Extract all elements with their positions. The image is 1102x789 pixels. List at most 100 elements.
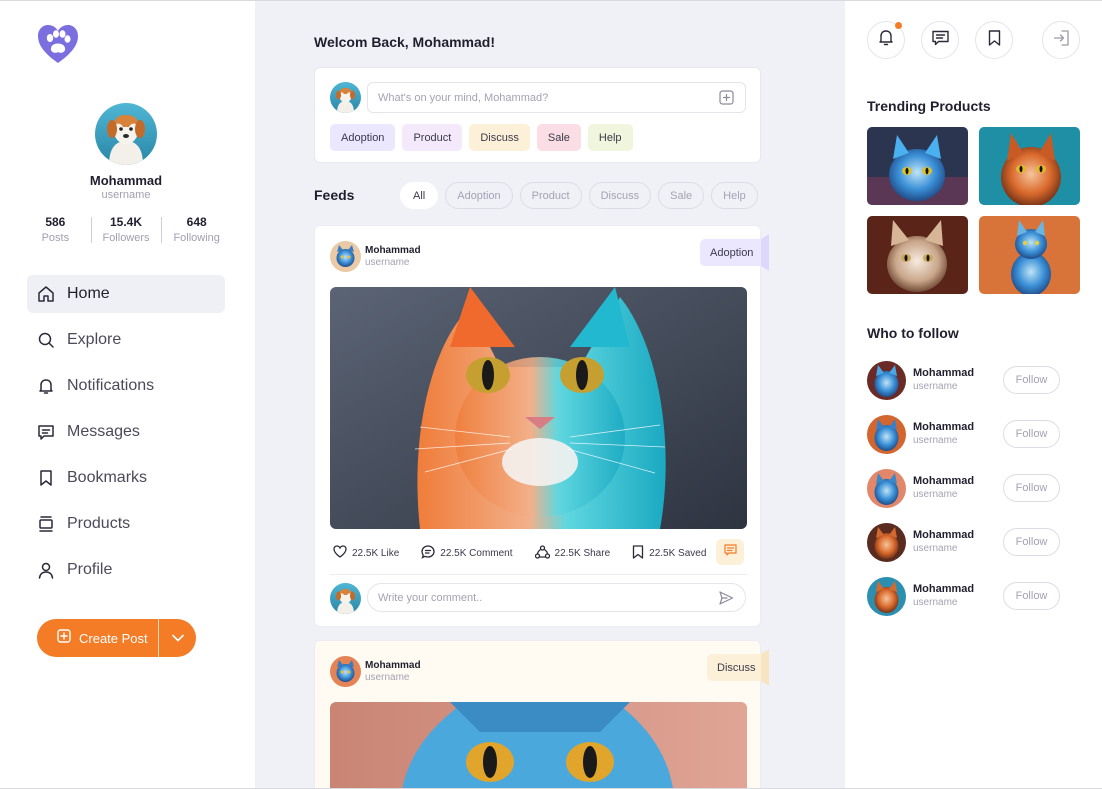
follow-button[interactable]: Follow [1003,528,1060,556]
follow-username: username [913,597,958,608]
filter-discuss[interactable]: Discuss [588,182,652,209]
avatar[interactable] [867,361,906,400]
nav-item-messages[interactable]: Messages [27,413,225,451]
message-icon [931,30,949,51]
messages-button[interactable] [921,21,959,59]
post-tag-badge[interactable]: Discuss [707,654,766,681]
create-post-dropdown[interactable] [159,619,196,657]
notification-dot [895,22,902,29]
nav-label: Notifications [67,377,155,394]
compose-category-chips: Adoption Product Discuss Sale Help [330,124,640,151]
filter-help[interactable]: Help [711,182,758,209]
post-author-name[interactable]: Mohammad [365,660,421,671]
bookmarks-button[interactable] [975,21,1013,59]
post-author-name[interactable]: Mohammad [365,245,421,256]
follow-button[interactable]: Follow [1003,474,1060,502]
saved-count: 22.5K Saved [649,547,707,559]
avatar[interactable] [867,577,906,616]
feed-filters: All Adoption Product Discuss Sale Help [400,182,765,209]
nav-item-explore[interactable]: Explore [27,321,225,359]
send-icon[interactable] [718,590,734,606]
follow-name[interactable]: Mohammad [913,367,974,379]
filter-all[interactable]: All [400,182,439,209]
avatar[interactable] [867,523,906,562]
save-button[interactable]: 22.5K Saved [632,544,707,562]
avatar[interactable] [867,415,906,454]
follow-name[interactable]: Mohammad [913,583,974,595]
trending-products-heading: Trending Products [867,98,991,114]
follow-button[interactable]: Follow [1003,420,1060,448]
chip-help[interactable]: Help [587,124,633,151]
nav-item-home[interactable]: Home [27,275,225,313]
comment-input[interactable] [367,583,746,612]
chip-discuss[interactable]: Discuss [469,124,530,151]
follow-name[interactable]: Mohammad [913,421,974,433]
avatar [330,583,361,614]
trending-product-card[interactable] [867,216,968,294]
nav-item-profile[interactable]: Profile [27,551,225,589]
post-image[interactable] [330,702,747,788]
stat-label: Followers [102,232,150,244]
avatar[interactable] [330,241,361,272]
feeds-heading: Feeds [314,187,355,203]
like-count: 22.5K Like [352,547,400,559]
trending-product-card[interactable] [979,127,1080,205]
products-icon [37,515,55,533]
heart-icon [333,545,352,561]
profile-avatar[interactable] [95,103,157,165]
follow-name[interactable]: Mohammad [913,475,974,487]
follow-username: username [913,381,958,392]
follow-name[interactable]: Mohammad [913,529,974,541]
filter-adoption[interactable]: Adoption [445,182,513,209]
nav-item-notifications[interactable]: Notifications [27,367,225,405]
trending-product-card[interactable] [979,216,1080,294]
follow-suggestion: Mohammad username Follow [867,361,1082,401]
home-icon [37,285,55,303]
trending-product-card[interactable] [867,127,968,205]
nav-item-products[interactable]: Products [27,505,225,543]
share-button[interactable]: 22.5K Share [534,544,611,562]
nav-item-bookmarks[interactable]: Bookmarks [27,459,225,497]
chevron-down-icon [171,629,184,647]
stat-following[interactable]: 648 Following [161,215,232,245]
create-post-main[interactable]: Create Post [37,619,159,657]
logout-button[interactable] [1042,21,1080,59]
bookmark-icon [632,544,649,562]
comment-button[interactable]: 22.5K Comment [421,544,513,562]
app-frame: Mohammad username 586 Posts 15.4K Follow… [0,0,1102,789]
create-post-button[interactable]: Create Post [37,619,196,657]
feed-post: Mohammad username Adoption 22.5K Like 22… [314,225,769,627]
post-image[interactable] [330,287,747,529]
follow-username: username [913,435,958,446]
post-tag-badge[interactable]: Adoption [700,239,764,266]
bookmark-icon [988,29,1001,51]
open-comments-button[interactable] [716,539,744,565]
avatar[interactable] [330,656,361,687]
filter-product[interactable]: Product [519,182,582,209]
avatar[interactable] [867,469,906,508]
chip-adoption[interactable]: Adoption [330,124,396,151]
comment-count: 22.5K Comment [440,547,513,559]
user-icon [37,561,55,579]
follow-suggestion: Mohammad username Follow [867,577,1082,617]
right-sidebar: Trending Products Who to follow Mohammad… [845,1,1102,788]
like-button[interactable]: 22.5K Like [333,545,399,561]
chip-product[interactable]: Product [402,124,463,151]
notifications-button[interactable] [867,21,905,59]
stat-followers[interactable]: 15.4K Followers [90,215,162,245]
stat-posts[interactable]: 586 Posts [20,215,91,245]
share-icon [534,544,555,562]
bookmark-icon [37,469,55,487]
comment-icon [421,544,440,562]
follow-button[interactable]: Follow [1003,582,1060,610]
add-media-icon[interactable] [719,90,734,105]
chip-sale[interactable]: Sale [536,124,581,151]
share-count: 22.5K Share [554,547,611,559]
filter-sale[interactable]: Sale [658,182,705,209]
post-actions: 22.5K Like 22.5K Comment 22.5K Share 22.… [333,542,745,564]
follow-button[interactable]: Follow [1003,366,1060,394]
follow-username: username [913,489,958,500]
compose-input[interactable] [367,82,746,113]
paw-heart-logo-icon[interactable] [36,23,80,65]
tag-ribbon-tip [761,649,769,686]
